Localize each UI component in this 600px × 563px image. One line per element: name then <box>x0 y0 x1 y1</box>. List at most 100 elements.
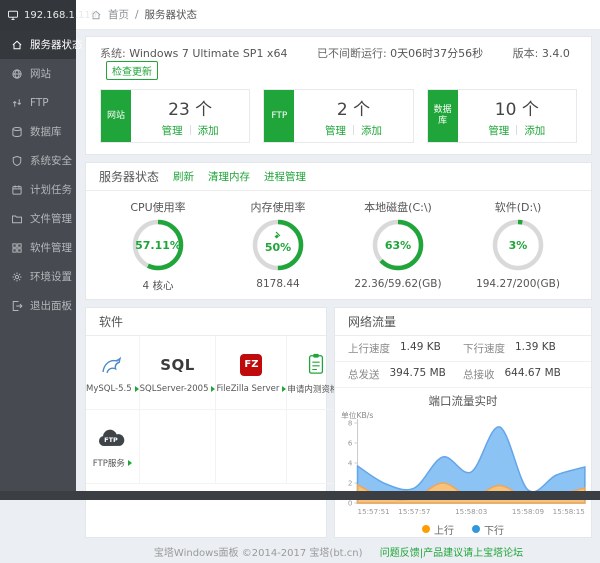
legend-label: 下行 <box>484 522 504 537</box>
sidebar-item-label: 系统安全 <box>30 153 72 168</box>
gauge-label: CPU使用率 <box>98 199 218 215</box>
software-item-filezilla[interactable]: FZ FileZilla Server <box>216 336 287 410</box>
transfer-icon <box>11 97 23 109</box>
globe-icon <box>11 68 23 80</box>
legend-item[interactable]: 下行 <box>472 522 504 537</box>
sidebar-item-cron[interactable]: 计划任务 <box>0 175 76 204</box>
software-cell-empty <box>140 410 217 484</box>
chart-legend: 上行 下行 <box>335 521 591 537</box>
sidebar-item-label: 退出面板 <box>30 298 72 313</box>
panel-title: 软件 <box>99 313 123 330</box>
svg-text:63%: 63% <box>385 239 411 252</box>
sidebar-item-label: 数据库 <box>30 124 62 139</box>
sidebar-item-website[interactable]: 网站 <box>0 59 76 88</box>
software-item-mysql[interactable]: MySQL-5.5 <box>86 336 140 410</box>
calendar-icon <box>11 184 23 196</box>
manage-link[interactable]: 管理 <box>488 123 509 138</box>
os-value: Windows 7 Ultimate SP1 x64 <box>129 47 287 60</box>
gauge-label: 内存使用率 <box>218 199 338 215</box>
ftp-cloud-icon: FTP <box>97 425 127 451</box>
clean-memory-icon <box>275 232 281 239</box>
gauge-sub: 194.27/200(GB) <box>458 278 578 290</box>
gauge-disk-c: 本地磁盘(C:\) 63% 22.36/59.62(GB) <box>338 199 458 293</box>
play-icon <box>211 386 215 392</box>
add-link[interactable]: 添加 <box>198 123 219 138</box>
play-icon <box>135 386 139 392</box>
sql-icon-text: SQL <box>160 356 195 374</box>
svg-text:15:57:51: 15:57:51 <box>358 507 390 516</box>
sidebar-item-ftp[interactable]: FTP <box>0 88 76 117</box>
version-label: 版本: <box>513 47 539 60</box>
stat-count: 2 个 <box>337 95 370 120</box>
sidebar-item-files[interactable]: 文件管理 <box>0 204 76 233</box>
sidebar-item-software[interactable]: 软件管理 <box>0 233 76 262</box>
stat-card-badge: FTP <box>264 90 294 142</box>
gauge-label: 软件(D:\) <box>458 199 578 215</box>
uptime-label: 已不间断运行: <box>317 47 387 60</box>
stat-card-website: 网站 23 个 管理 添加 <box>100 89 250 143</box>
refresh-link[interactable]: 刷新 <box>173 169 194 184</box>
play-icon <box>282 386 286 392</box>
sidebar-item-label: 服务器状态 <box>30 37 83 52</box>
breadcrumb-separator: / <box>135 9 139 21</box>
traffic-chart: 单位KB/s0246815:57:5115:57:5715:58:0315:58… <box>335 409 591 521</box>
footer: 宝塔Windows面板 ©2014-2017 宝塔(bt.cn) 问题反馈|产品… <box>85 538 592 563</box>
gauges-row: CPU使用率 57.11% 4 核心 内存使用率 50% <box>86 191 591 299</box>
software-item-sqlserver[interactable]: SQL SQLServer-2005 <box>140 336 217 410</box>
bottom-bar <box>0 491 600 500</box>
check-update-button[interactable]: 检查更新 <box>106 61 158 80</box>
svg-text:15:57:57: 15:57:57 <box>398 507 430 516</box>
sidebar-item-label: 网站 <box>30 66 51 81</box>
home-icon <box>11 39 23 51</box>
sidebar-item-database[interactable]: 数据库 <box>0 117 76 146</box>
version-value: 3.4.0 <box>542 47 570 60</box>
sidebar-item-settings[interactable]: 环境设置 <box>0 262 76 291</box>
divider <box>190 125 191 135</box>
software-cell-empty <box>216 410 287 484</box>
breadcrumb-home[interactable]: 首页 <box>108 7 129 22</box>
shield-icon <box>11 155 23 167</box>
grid-icon <box>11 242 23 254</box>
clean-memory-link[interactable]: 清理内存 <box>208 169 250 184</box>
gauge-ring: 63% <box>370 217 426 273</box>
gauge-sub: 4 核心 <box>98 278 218 293</box>
footer-text: 宝塔Windows面板 ©2014-2017 宝塔(bt.cn) <box>154 548 363 559</box>
sqlserver-icon: SQL <box>160 352 195 378</box>
software-panel: 软件 MySQL-5.5 SQL SQLServer-2005 <box>85 307 327 538</box>
play-icon <box>128 460 132 466</box>
stat-card-ftp: FTP 2 个 管理 添加 <box>263 89 413 143</box>
footer-forum-link[interactable]: 问题反馈|产品建议请上宝塔论坛 <box>380 548 523 559</box>
down-speed-value: 1.39 KB <box>515 341 556 356</box>
stat-card-badge: 网站 <box>101 90 131 142</box>
software-item-ftp[interactable]: FTP FTP服务 <box>86 410 140 484</box>
process-manager-link[interactable]: 进程管理 <box>264 169 306 184</box>
add-link[interactable]: 添加 <box>524 123 545 138</box>
gauge-ring: 57.11% <box>130 217 186 273</box>
gauge-cpu: CPU使用率 57.11% 4 核心 <box>98 199 218 293</box>
sidebar-item-security[interactable]: 系统安全 <box>0 146 76 175</box>
stat-card-badge: 数据库 <box>428 90 458 142</box>
stat-count: 23 个 <box>168 95 212 120</box>
stat-cards: 网站 23 个 管理 添加 FTP 2 个 <box>86 80 591 154</box>
svg-text:4: 4 <box>348 459 353 468</box>
fz-icon-text: FZ <box>240 354 262 376</box>
os-label: 系统: <box>100 47 126 60</box>
up-speed-label: 上行速度 <box>348 341 390 356</box>
svg-text:50%: 50% <box>265 241 291 254</box>
add-link[interactable]: 添加 <box>361 123 382 138</box>
manage-link[interactable]: 管理 <box>162 123 183 138</box>
server-status-panel: 服务器状态 刷新 清理内存 进程管理 CPU使用率 57.11% 4 核心 内存… <box>85 162 592 300</box>
manage-link[interactable]: 管理 <box>325 123 346 138</box>
overview-panel: 系统: Windows 7 Ultimate SP1 x64 已不间断运行: 0… <box>85 36 592 155</box>
software-item-label: FTP服务 <box>93 457 125 469</box>
gauge-sub: 8178.44 <box>218 278 338 290</box>
sidebar-item-logout[interactable]: 退出面板 <box>0 291 76 320</box>
svg-text:3%: 3% <box>509 239 528 252</box>
svg-text:2: 2 <box>348 479 353 488</box>
svg-text:57.11%: 57.11% <box>135 239 181 252</box>
sidebar-item-server-status[interactable]: 服务器状态 <box>0 30 76 59</box>
server-ip: 192.168.1.119 <box>24 10 97 21</box>
divider <box>516 125 517 135</box>
software-item-label: FileZilla Server <box>216 384 279 394</box>
legend-item[interactable]: 上行 <box>422 522 454 537</box>
